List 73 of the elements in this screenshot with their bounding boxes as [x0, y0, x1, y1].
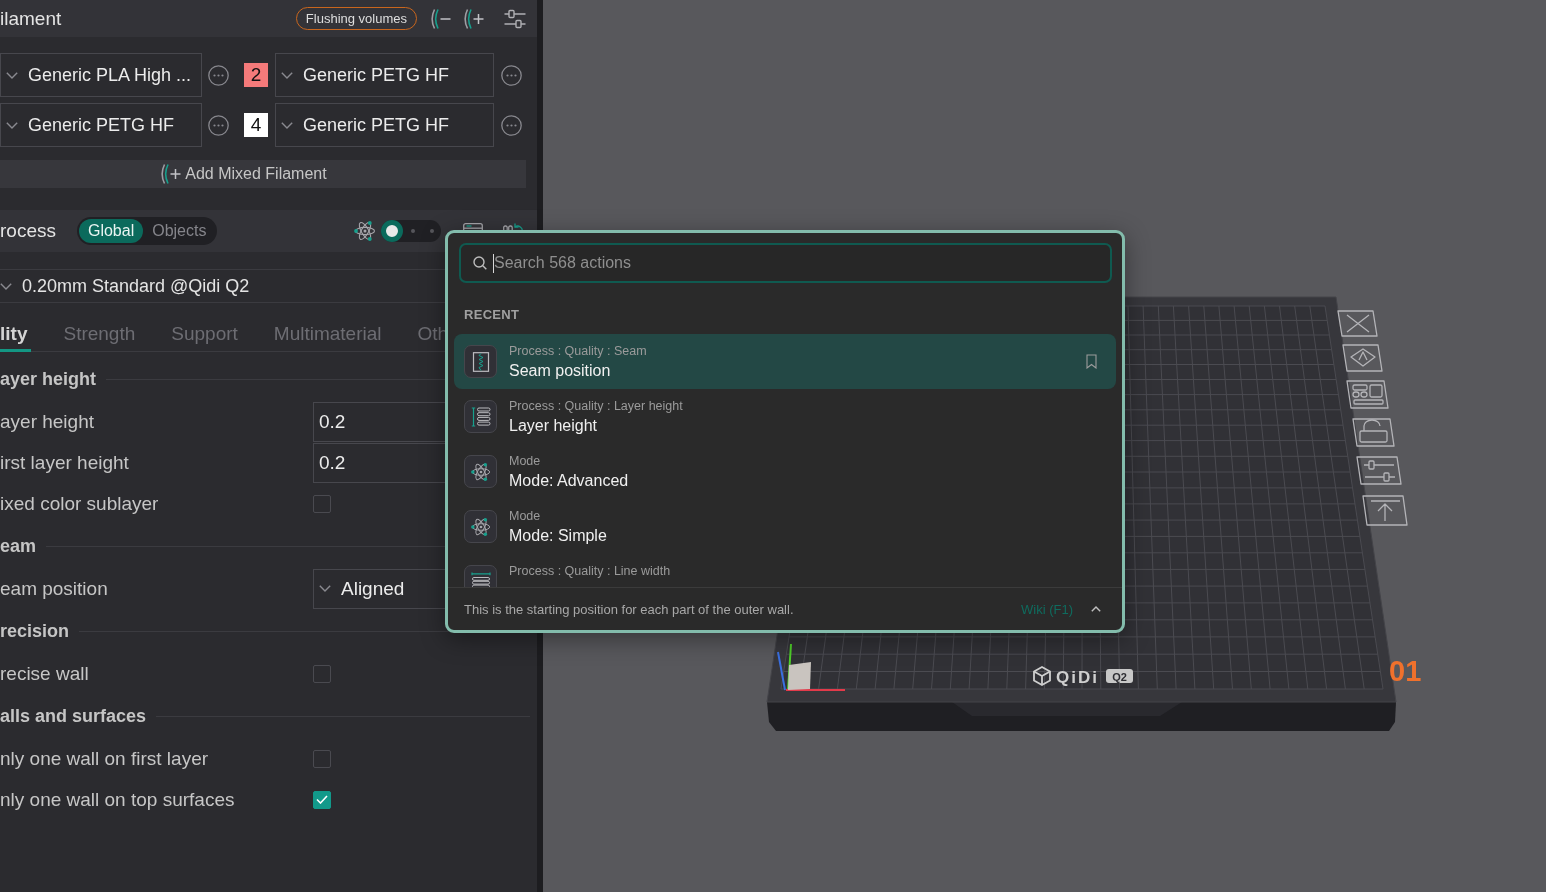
sliders-icon[interactable] — [504, 8, 526, 29]
switch-knob[interactable] — [381, 220, 403, 242]
seam-icon — [464, 345, 497, 378]
upload-icon[interactable] — [1362, 495, 1408, 526]
checkbox[interactable] — [313, 494, 331, 513]
chevron-down-icon — [281, 121, 293, 129]
logo-text: QiDi — [1056, 668, 1099, 687]
setting-label: eam position — [0, 577, 109, 600]
mode-switch[interactable] — [381, 220, 441, 242]
more-icon[interactable] — [501, 114, 522, 136]
filament-select[interactable]: Generic PETG HF — [0, 103, 202, 147]
setting-label: ayer height — [0, 410, 95, 433]
scope-option[interactable]: Objects — [143, 219, 216, 243]
layer-stack-icon — [464, 400, 497, 433]
filament-plus-icon — [159, 163, 182, 185]
filament-select[interactable]: Generic PLA High ... — [0, 53, 202, 97]
setting-label: irst layer height — [0, 451, 130, 474]
chevron-down-icon — [319, 585, 331, 592]
atom-icon — [464, 455, 497, 488]
checkbox[interactable] — [313, 664, 331, 683]
text-cursor — [493, 253, 494, 273]
cube-model — [788, 662, 811, 690]
axes-drawing — [777, 643, 846, 691]
close-icon[interactable] — [1337, 310, 1378, 337]
check-icon — [316, 795, 328, 804]
checkbox[interactable] — [313, 749, 331, 768]
search-field[interactable]: Search 568 actions — [459, 243, 1112, 283]
setting-label: recise wall — [0, 662, 90, 685]
more-icon[interactable] — [208, 64, 229, 86]
chevron-up-icon[interactable] — [1091, 606, 1101, 612]
action-path: Process : Quality : Seam — [509, 344, 647, 359]
action-title: Seam position — [509, 361, 611, 380]
setting-label: nly one wall on first layer — [0, 747, 210, 770]
filament-number: 4 — [244, 113, 268, 137]
section-title: alls and surfaces — [0, 705, 147, 727]
chevron-down-icon — [0, 282, 12, 290]
section-heading: ilament — [0, 7, 62, 30]
atom-icon[interactable] — [354, 220, 376, 242]
group-label: RECENT — [464, 307, 520, 323]
action-title: Mode: Simple — [509, 526, 607, 545]
atom-icon — [464, 510, 497, 543]
filament-minus-icon[interactable] — [429, 7, 451, 30]
settings-tab[interactable]: lity — [0, 318, 32, 352]
more-icon[interactable] — [208, 114, 229, 136]
action-item[interactable]: Process : Quality : Seam Seam position — [454, 334, 1116, 389]
add-mixed-filament-button[interactable]: Add Mixed Filament — [0, 160, 526, 188]
section-title: ayer height — [0, 368, 97, 390]
sliders-icon[interactable] — [1356, 456, 1402, 485]
setting-label: nly one wall on top surfaces — [0, 788, 236, 811]
filament-number: 2 — [244, 63, 268, 87]
action-item[interactable]: Mode Mode: Simple — [454, 499, 1116, 554]
scope-option[interactable]: Global — [78, 219, 144, 243]
logo-cube-icon — [1033, 665, 1051, 687]
model-badge: Q2 — [1106, 669, 1133, 683]
section-heading: rocess — [0, 220, 56, 242]
plate-number: 01 — [1389, 655, 1422, 687]
diamond-icon[interactable] — [1342, 344, 1383, 372]
action-path: Mode — [509, 509, 541, 524]
setting-label: ixed color sublayer — [0, 492, 160, 515]
layout-blocks-icon[interactable] — [1346, 380, 1389, 409]
chevron-down-icon — [6, 121, 18, 129]
padlock-icon[interactable] — [1352, 418, 1395, 447]
chevron-down-icon — [281, 71, 293, 79]
filament-select[interactable]: Generic PETG HF — [275, 103, 494, 147]
checkbox[interactable] — [313, 790, 331, 809]
filament-select[interactable]: Generic PETG HF — [275, 53, 494, 97]
search-icon — [473, 256, 487, 270]
section-title: eam — [0, 535, 37, 557]
section-title: recision — [0, 620, 70, 642]
filament-plus-icon[interactable] — [462, 7, 484, 30]
chevron-down-icon — [6, 71, 18, 79]
bookmark-icon[interactable] — [1086, 354, 1097, 369]
more-icon[interactable] — [501, 64, 522, 86]
